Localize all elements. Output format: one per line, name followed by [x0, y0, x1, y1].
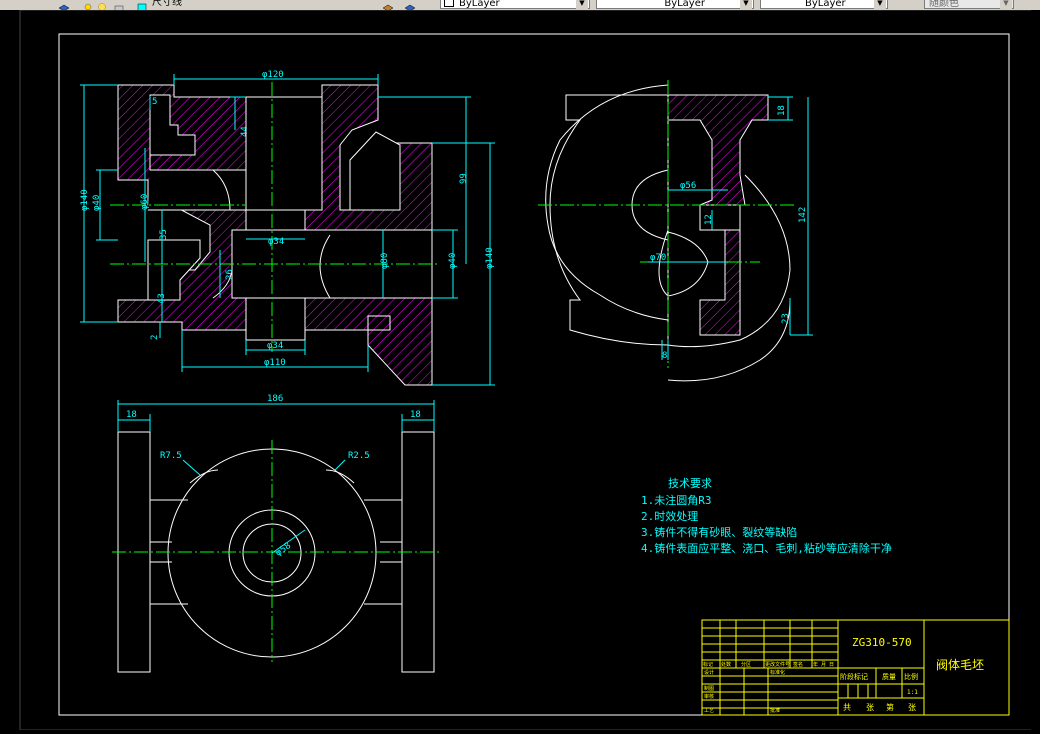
right-upper-cavity [349, 131, 401, 211]
scale-value: 1:1 [907, 689, 918, 696]
color-value: ByLayer [459, 0, 500, 9]
dim-r7-5: R7.5 [160, 451, 182, 461]
approve-label: 批准 [770, 707, 780, 714]
layer-state-icon[interactable] [404, 0, 416, 10]
title-block-texts: ZG310-570 阀体毛坯 阶段标记 质量 比例 1:1 共 张 第 张 标记… [703, 636, 984, 714]
front-section-view[interactable]: φ120 5 44 φ140 φ40 φ60 35 43 2 φ34 26 φ8… [80, 70, 495, 386]
sheet-total-label: 共 [843, 703, 851, 712]
rev-col-count: 处数 [721, 661, 731, 668]
part-name-text: 阀体毛坯 [936, 658, 984, 672]
dim-43: 43 [157, 293, 167, 304]
drawing-svg: φ120 5 44 φ140 φ40 φ60 35 43 2 φ34 26 φ8… [19, 9, 1033, 731]
rev-col-doc: 更改文件号 [765, 661, 790, 668]
side-left-outline [549, 94, 669, 346]
dim-phi80: φ80 [380, 253, 390, 269]
dim-phi58: φ58 [274, 541, 293, 559]
dim-18-b: 18 [410, 410, 421, 420]
dim-142: 142 [798, 207, 808, 223]
linetype-value: ByLayer [664, 0, 705, 9]
weight-label: 质量 [882, 672, 896, 681]
stage-mark-label: 阶段标记 [840, 672, 868, 681]
dim-phi56: φ56 [680, 181, 696, 191]
dim-phi34-top: φ34 [268, 237, 284, 247]
dim-26: 26 [225, 269, 235, 280]
scrollbar-gutter[interactable] [1031, 10, 1040, 730]
sheet-no-unit: 张 [908, 703, 916, 712]
dim-186: 186 [267, 394, 283, 404]
layer-name: 尺寸线 [152, 0, 182, 8]
material-text: ZG310-570 [852, 636, 912, 649]
role-design: 设计 [704, 669, 714, 676]
std-label: 标准化 [770, 669, 785, 676]
sheet-no-label: 第 [886, 702, 894, 712]
dim-phi110: φ110 [264, 358, 286, 368]
chevron-down-icon[interactable]: ▼ [874, 0, 886, 9]
rev-col-zone: 分区 [741, 661, 751, 668]
top-view[interactable]: 186 18 18 R7.5 R2.5 φ58 [112, 394, 440, 673]
layer-previous-icon[interactable] [382, 0, 394, 10]
dim-44: 44 [240, 126, 250, 137]
dim-phi140-right: φ140 [485, 247, 495, 269]
rev-col-date: 年 月 日 [813, 661, 834, 668]
dim-35: 35 [159, 229, 169, 240]
dim-12: 12 [704, 214, 714, 225]
side-outer-arc [545, 84, 669, 321]
sheet-total-unit: 张 [866, 703, 874, 712]
dim-phi140-left: φ140 [80, 189, 90, 211]
chevron-down-icon[interactable]: ▼ [576, 0, 588, 9]
dim-phi40-left: φ40 [92, 195, 102, 211]
notes-title: 技术要求 [668, 477, 712, 490]
dim-18-side: 18 [777, 105, 787, 116]
vertical-bore [245, 96, 323, 211]
title-block[interactable]: ZG310-570 阀体毛坯 阶段标记 质量 比例 1:1 共 张 第 张 标记… [701, 619, 1010, 716]
note-4: 4.铸件表面应平整、浇口、毛刺,粘砂等应清除干净 [641, 541, 892, 555]
dim-phi120: φ120 [262, 70, 284, 80]
dim-18-a: 18 [126, 410, 137, 420]
bottom-bore [245, 297, 306, 341]
bulb-icon[interactable] [82, 0, 94, 10]
dim-5: 5 [152, 97, 157, 107]
role-review: 审核 [704, 693, 714, 700]
dim-phi40-right: φ40 [448, 253, 458, 269]
lineweight-value: ByLayer [805, 0, 846, 9]
layer-manager-icon[interactable] [58, 0, 70, 10]
chevron-down-icon[interactable]: ▼ [1000, 0, 1012, 9]
color-control-select[interactable]: ByLayer ▼ [440, 0, 590, 9]
dim-23: 23 [781, 313, 791, 324]
role-process: 工艺 [704, 708, 714, 714]
layer-color-icon [136, 0, 148, 10]
dim-r2-5: R2.5 [348, 451, 370, 461]
color-swatch [444, 0, 454, 7]
plotstyle-value: 随颜色 [929, 0, 959, 9]
lock-icon[interactable] [113, 0, 125, 10]
chevron-down-icon[interactable]: ▼ [740, 0, 752, 9]
dim-phi60: φ60 [140, 194, 150, 210]
rev-col-mark: 标记 [703, 661, 713, 668]
dim-99: 99 [459, 173, 469, 184]
top-dimension-lines [117, 400, 435, 554]
side-view[interactable]: φ56 φ70 12 18 142 23 8 [538, 80, 813, 382]
lineweight-control-select[interactable]: ByLayer ▼ [760, 0, 888, 9]
plotstyle-control-select[interactable]: 随颜色 ▼ [924, 0, 1014, 9]
dim-phi34-bottom: φ34 [267, 341, 283, 351]
note-3: 3.铸件不得有砂眼、裂纹等缺陷 [641, 525, 797, 539]
scale-label: 比例 [904, 672, 918, 681]
dim-8: 8 [662, 351, 667, 361]
role-draw: 制图 [704, 685, 714, 692]
note-2: 2.时效处理 [641, 509, 698, 523]
dim-phi70: φ70 [650, 253, 666, 263]
note-1: 1.未注圆角R3 [641, 493, 712, 507]
technical-notes: 技术要求 1.未注圆角R3 2.时效处理 3.铸件不得有砂眼、裂纹等缺陷 4.铸… [641, 477, 892, 555]
linetype-control-select[interactable]: ByLayer ▼ [596, 0, 754, 9]
rev-col-sign: 签名 [793, 661, 803, 668]
drawing-canvas[interactable]: φ120 5 44 φ140 φ40 φ60 35 43 2 φ34 26 φ8… [0, 9, 1040, 731]
dim-2: 2 [150, 335, 160, 340]
sun-icon[interactable] [96, 0, 108, 10]
